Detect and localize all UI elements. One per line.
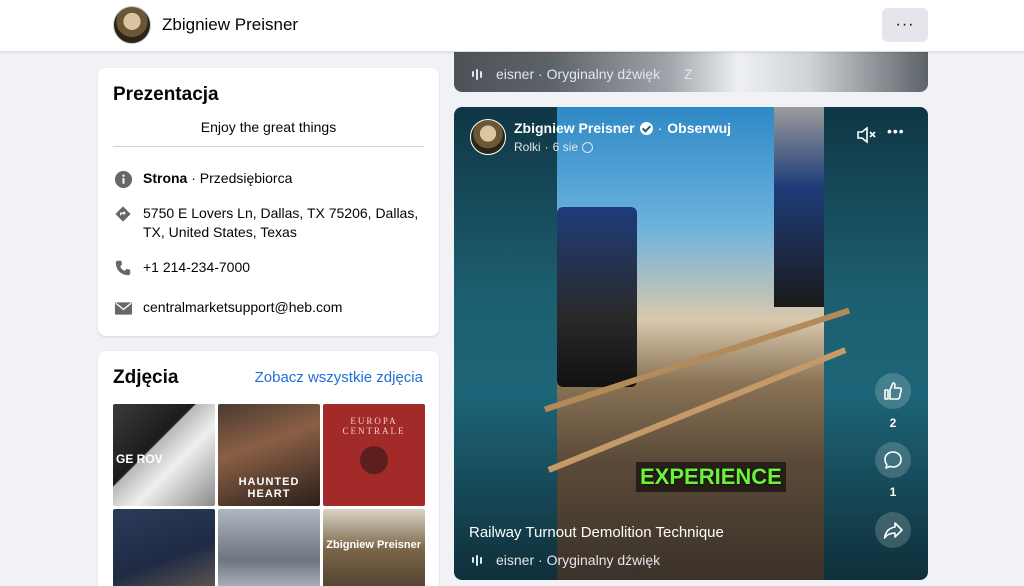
previous-post-audio[interactable]: eisner · Oryginalny dźwięk Z — [472, 66, 693, 82]
reel-title[interactable]: Railway Turnout Demolition Technique — [469, 524, 724, 541]
address-text[interactable]: 5750 E Lovers Ln, Dallas, TX 75206, Dall… — [143, 204, 424, 242]
photo-caption: GE ROV — [116, 452, 163, 466]
intro-card: Prezentacja Enjoy the great things Stron… — [98, 68, 439, 336]
like-button[interactable] — [875, 373, 911, 409]
photo-thumbnail[interactable]: HAUNTED HEART — [218, 404, 320, 506]
category-type: Strona — [143, 170, 188, 186]
info-icon — [113, 169, 133, 189]
photo-thumbnail[interactable] — [113, 509, 215, 586]
phone-icon — [113, 258, 133, 278]
speaker-muted-icon[interactable] — [856, 125, 878, 145]
reel-section[interactable]: Rolki — [514, 140, 541, 154]
comment-button[interactable] — [875, 442, 911, 478]
video-caption-overlay: EXPERIENCE — [636, 462, 786, 492]
reel-audio[interactable]: eisner · Oryginalny dźwięk — [472, 552, 660, 568]
reel-post: EXPERIENCE Zbigniew Preisner · Obserwuj … — [454, 107, 928, 580]
diamond-arrow-icon — [113, 204, 133, 224]
separator-dot: · — [544, 140, 549, 154]
audio-label: eisner · Oryginalny dźwięk — [496, 66, 661, 82]
reel-author-line: Zbigniew Preisner · Obserwuj — [514, 120, 731, 136]
photos-title: Zdjęcia — [113, 367, 179, 388]
reel-more-options-button[interactable]: ••• — [887, 123, 905, 139]
reel-video[interactable] — [543, 107, 851, 580]
photo-caption: EUROPA CENTRALE — [342, 416, 406, 436]
category-row: Strona · Przedsiębiorca — [113, 169, 424, 189]
share-icon — [883, 522, 903, 539]
comment-count: 1 — [889, 485, 897, 499]
phone-text[interactable]: +1 214-234-7000 — [143, 258, 250, 278]
globe-icon — [582, 141, 594, 153]
reel-author-name[interactable]: Zbigniew Preisner — [514, 120, 635, 136]
photo-thumbnail[interactable]: GE ROV — [113, 404, 215, 506]
photo-thumbnail[interactable]: EUROPA CENTRALE — [323, 404, 425, 506]
email-row: centralmarketsupport@heb.com — [113, 298, 424, 318]
audio-suffix: Z — [684, 66, 693, 82]
intro-divider — [113, 146, 424, 147]
separator-dot: · — [657, 120, 663, 136]
page-avatar[interactable] — [113, 6, 151, 44]
photo-caption: HAUNTED HEART — [238, 476, 300, 500]
intro-bio: Enjoy the great things — [200, 119, 337, 135]
photo-grid: GE ROV HAUNTED HEART EUROPA CENTRALE Zbi… — [113, 404, 425, 586]
phone-row: +1 214-234-7000 — [113, 258, 424, 278]
page-header: Zbigniew Preisner ··· — [0, 0, 1024, 52]
verified-badge-icon — [639, 121, 653, 135]
follow-button[interactable]: Obserwuj — [667, 120, 731, 136]
thumbs-up-icon — [884, 382, 903, 400]
address-row: 5750 E Lovers Ln, Dallas, TX 75206, Dall… — [113, 204, 424, 242]
photo-thumbnail[interactable] — [218, 509, 320, 586]
reel-meta: Rolki · 6 sie — [514, 140, 594, 154]
category-label: · Przedsiębiorca — [187, 170, 293, 186]
more-options-button[interactable]: ··· — [882, 8, 928, 42]
audio-wave-icon — [472, 554, 484, 566]
crane-graphic — [774, 107, 824, 307]
see-all-photos-link[interactable]: Zobacz wszystkie zdjęcia — [255, 369, 423, 386]
audio-wave-icon — [472, 68, 484, 80]
audio-label: eisner · Oryginalny dźwięk — [496, 552, 661, 568]
page-name[interactable]: Zbigniew Preisner — [162, 15, 298, 35]
reel-date[interactable]: 6 sie — [553, 140, 578, 154]
reel-author-avatar[interactable] — [470, 119, 506, 155]
share-button[interactable] — [875, 512, 911, 548]
envelope-icon — [113, 298, 133, 318]
comment-icon — [884, 451, 902, 469]
photos-card: Zdjęcia Zobacz wszystkie zdjęcia GE ROV … — [98, 351, 439, 586]
intro-title: Prezentacja — [113, 84, 219, 105]
photo-thumbnail[interactable]: Zbigniew Preisner — [323, 509, 425, 586]
like-count: 2 — [889, 416, 897, 430]
photo-caption: Zbigniew Preisner — [326, 539, 421, 551]
excavator-graphic — [557, 207, 637, 387]
email-text[interactable]: centralmarketsupport@heb.com — [143, 298, 342, 318]
